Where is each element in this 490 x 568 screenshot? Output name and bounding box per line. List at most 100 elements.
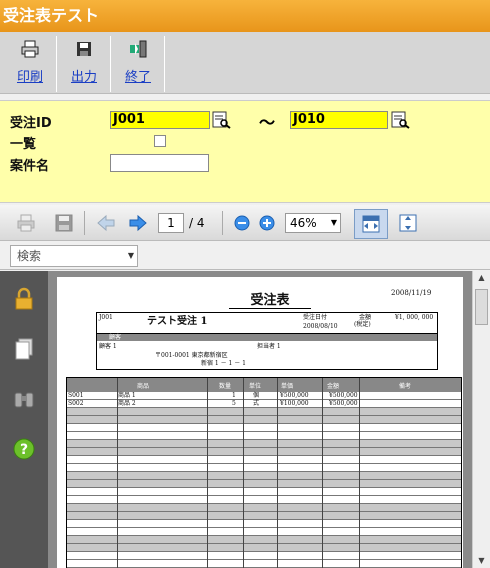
- order-header-box: J001 テスト受注 1 受注日付 2008/08/10 金額 (税定) ¥1,…: [96, 312, 438, 334]
- table-cell: 商品 2: [118, 400, 136, 407]
- page-total: / 4: [189, 216, 205, 230]
- table-row: [67, 528, 461, 536]
- save-icon[interactable]: [54, 213, 74, 233]
- table-row: [67, 456, 461, 464]
- table-column-line: [359, 378, 360, 568]
- col-header-remarks: 備考: [399, 383, 412, 390]
- pages-icon[interactable]: [12, 337, 36, 361]
- scroll-up-icon[interactable]: ▲: [473, 271, 490, 285]
- table-row: S001 商品 1 1 個 ¥500,000 ¥500,000: [67, 392, 461, 400]
- print-button[interactable]: 印刷: [4, 36, 56, 92]
- table-row: [67, 560, 461, 568]
- amount-text: ¥1, 000, 000: [395, 314, 434, 321]
- exit-door-icon: [130, 40, 147, 58]
- report-toolbar: 1 / 4 46% ▼: [0, 205, 490, 241]
- order-id-to-field[interactable]: J010: [290, 111, 388, 129]
- table-row: [67, 480, 461, 488]
- table-cell: 5: [232, 400, 236, 407]
- table-column-line: [117, 378, 118, 568]
- search-label: 検索: [17, 249, 42, 263]
- list-label: 一覧: [10, 137, 37, 152]
- table-row: [67, 408, 461, 416]
- order-name-text: テスト受注 1: [147, 316, 208, 327]
- table-row: [67, 440, 461, 448]
- case-name-label: 案件名: [10, 159, 50, 174]
- customer-text: 顧客 1: [99, 343, 117, 350]
- col-header-unit-price: 単価: [281, 383, 294, 390]
- table-column-line: [277, 378, 278, 568]
- table-row: [67, 512, 461, 520]
- zoom-select[interactable]: 46% ▼: [285, 213, 341, 233]
- svg-text:?: ?: [20, 442, 28, 458]
- zoom-in-icon[interactable]: [257, 213, 277, 233]
- output-button[interactable]: 出力: [58, 36, 110, 92]
- customer-header-bar: [97, 334, 437, 341]
- order-date-text: 2008/08/10: [303, 323, 338, 330]
- printer-icon: [21, 40, 39, 58]
- table-row: [67, 504, 461, 512]
- viewer-side-panel: ?: [0, 271, 48, 568]
- table-cell: S001: [68, 392, 84, 399]
- col-header-qty: 数量: [219, 383, 232, 390]
- order-id-text: J001: [99, 314, 113, 321]
- order-id-label: 受注ID: [10, 116, 52, 131]
- lookup-icon[interactable]: [211, 111, 231, 129]
- lock-icon[interactable]: [12, 287, 36, 311]
- toolbar-divider: [164, 36, 165, 92]
- table-column-line: [322, 378, 323, 568]
- col-header-amount: 金額: [327, 383, 340, 390]
- case-name-field[interactable]: [110, 154, 209, 172]
- search-select[interactable]: 検索 ▼: [10, 245, 138, 267]
- fit-width-button[interactable]: [354, 209, 388, 239]
- table-row: [67, 424, 461, 432]
- exit-button[interactable]: 終了: [112, 36, 164, 92]
- page-number-input[interactable]: 1: [158, 213, 184, 233]
- table-cell: ¥500,000: [329, 400, 358, 407]
- address-text: 新宿 1 － 1 － 1: [201, 360, 246, 367]
- customer-box: 顧客 顧客 1 担当者 1 〒001-0001 東京都新宿区 新宿 1 － 1 …: [96, 334, 438, 370]
- main-toolbar: 印刷 出力 終了: [0, 32, 490, 94]
- search-form: 受注ID J001 ～ J010 一覧 案件名: [0, 100, 490, 203]
- toolbar-divider: [56, 36, 57, 92]
- table-row: [67, 488, 461, 496]
- chevron-down-icon: ▼: [127, 251, 134, 260]
- table-row: [67, 416, 461, 424]
- prev-page-icon[interactable]: [96, 213, 116, 233]
- scroll-thumb[interactable]: [475, 289, 488, 325]
- toolbar-divider: [84, 211, 85, 235]
- list-checkbox[interactable]: [154, 135, 166, 147]
- table-row: [67, 496, 461, 504]
- table-row: S002 商品 2 5 式 ¥100,000 ¥500,000: [67, 400, 461, 408]
- exit-label: 終了: [124, 70, 151, 85]
- contact-text: 担当者 1: [257, 343, 281, 350]
- viewer-scrollbar[interactable]: ▲ ▼: [472, 271, 490, 568]
- table-row: [67, 464, 461, 472]
- order-id-from-field[interactable]: J001: [110, 111, 210, 129]
- lookup-icon[interactable]: [390, 111, 410, 129]
- toolbar-divider: [222, 211, 223, 235]
- postal-text: 〒001-0001 東京都新宿区: [155, 352, 228, 359]
- table-cell: 1: [232, 392, 236, 399]
- table-column-line: [461, 378, 462, 568]
- report-date: 2008/11/19: [391, 289, 432, 297]
- zoom-out-icon[interactable]: [232, 213, 252, 233]
- fit-page-icon[interactable]: [398, 213, 418, 233]
- report-viewer[interactable]: 受注表 2008/11/19 J001 テスト受注 1 受注日付 2008/08…: [48, 271, 472, 568]
- zoom-value: 46%: [290, 216, 317, 230]
- print-icon[interactable]: [16, 213, 36, 233]
- print-label: 印刷: [16, 70, 43, 85]
- help-icon[interactable]: ?: [12, 437, 36, 461]
- table-column-line: [243, 378, 244, 568]
- binoculars-icon[interactable]: [12, 387, 36, 411]
- col-header-item: 商品: [137, 383, 150, 390]
- amount-sub-label: (税定): [354, 321, 371, 328]
- order-date-label: 受注日付: [303, 314, 328, 321]
- items-table: 商品 数量 単位 単価 金額 備考 S001 商品 1 1 個 ¥500,000 ¥500…: [66, 377, 462, 568]
- table-row: [67, 544, 461, 552]
- table-cell: 式: [253, 400, 260, 407]
- fit-width-icon: [362, 215, 380, 233]
- window-title: 受注表テスト: [0, 0, 490, 32]
- next-page-icon[interactable]: [128, 213, 148, 233]
- scroll-down-icon[interactable]: ▼: [473, 554, 490, 568]
- search-bar: 検索 ▼: [0, 242, 490, 270]
